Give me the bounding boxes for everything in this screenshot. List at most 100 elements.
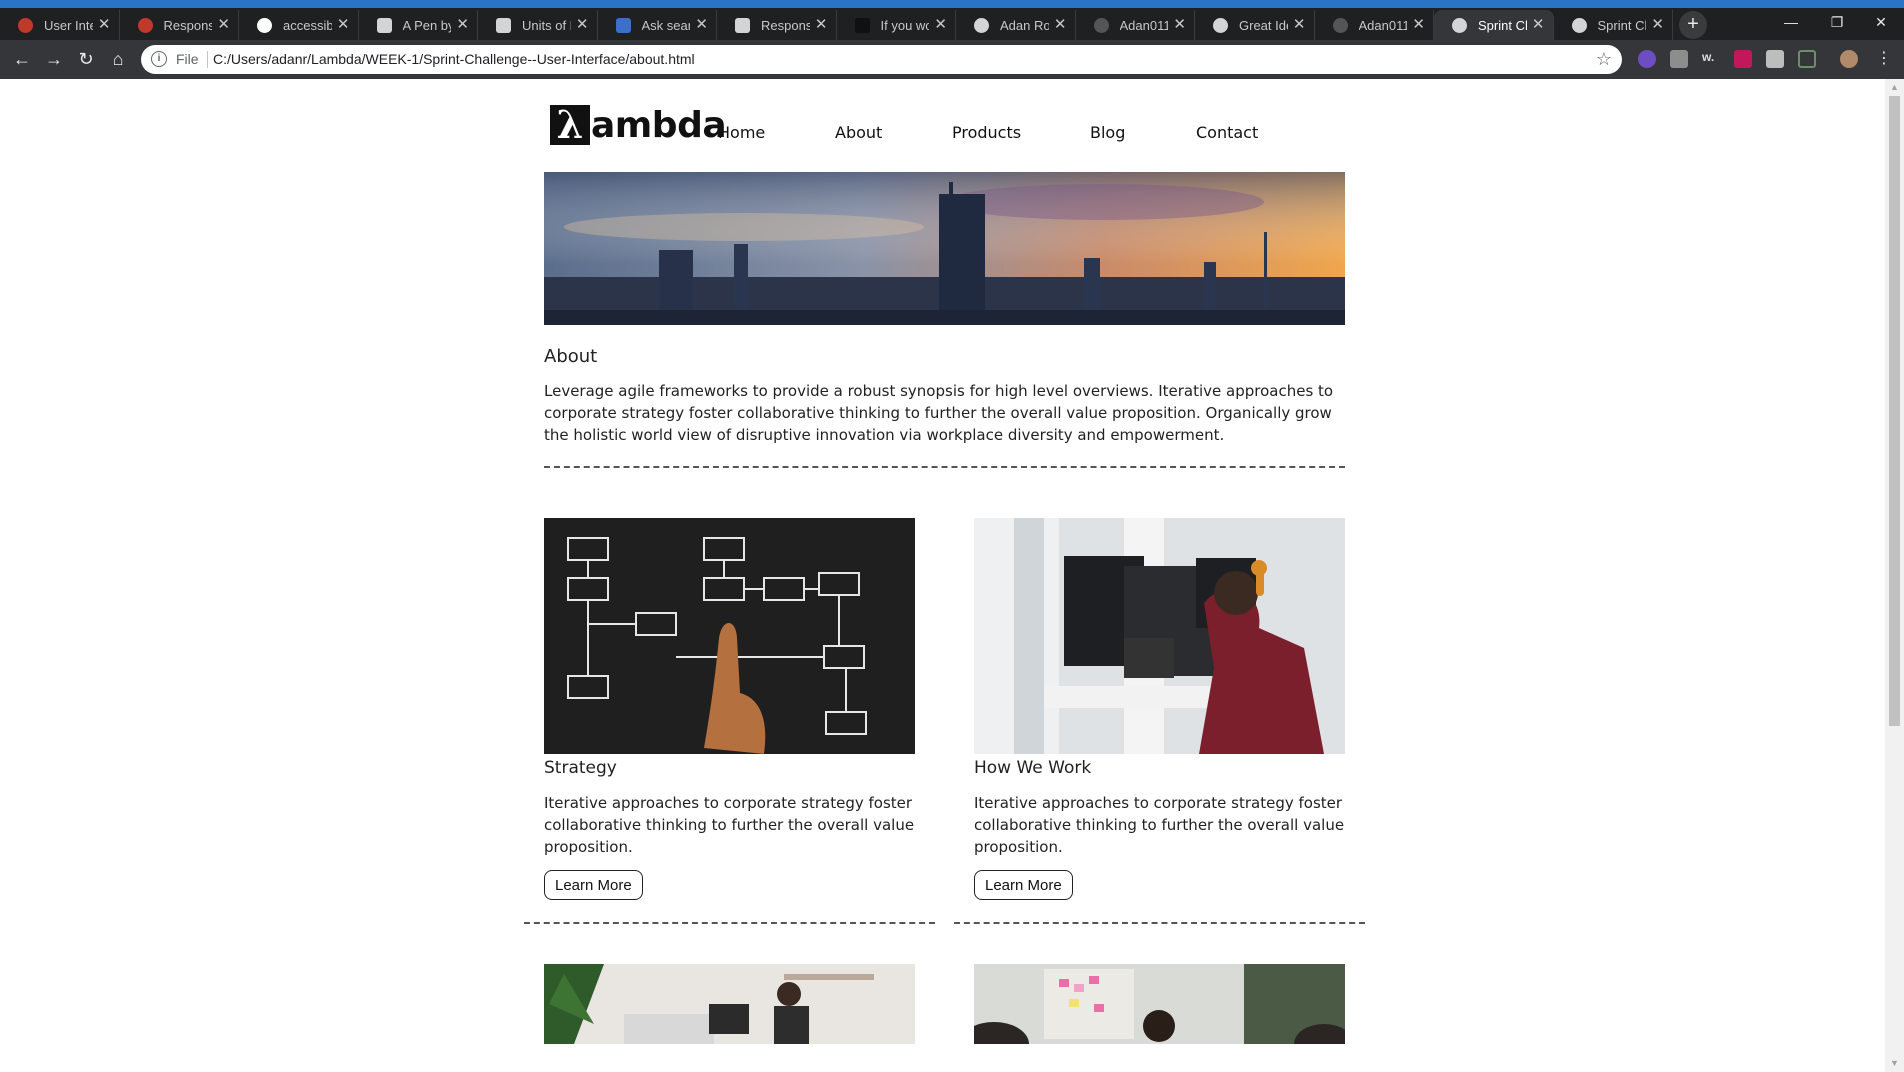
tab-close-icon[interactable]: ✕ — [456, 16, 469, 33]
tab[interactable]: Adan011/✕ — [1076, 10, 1195, 40]
card-how-we-work: How We Work Iterative approaches to corp… — [974, 518, 1345, 900]
tab-label: Sprint Cha — [1597, 17, 1647, 33]
nav-about[interactable]: About — [835, 123, 952, 142]
extension-icon[interactable] — [1638, 50, 1656, 68]
tab[interactable]: Responsive✕ — [120, 10, 239, 40]
tab-label: User Interf — [44, 17, 93, 33]
tab[interactable]: Great Idea ✕ — [1195, 10, 1315, 40]
page-scrollbar[interactable]: ▲ ▼ — [1885, 79, 1904, 1072]
site-container: λ ambda Home About Products Blog Contact — [524, 79, 1365, 1044]
tab-label: A Pen by — [402, 17, 452, 33]
back-icon[interactable]: ← — [10, 48, 34, 72]
tab-label: Units of M — [522, 17, 571, 33]
globe-icon — [1452, 18, 1467, 33]
tab[interactable]: User Interf ✕ — [0, 10, 120, 40]
strategy-flowchart-image — [544, 518, 915, 754]
extension-icon[interactable] — [1670, 50, 1688, 68]
divider — [207, 51, 208, 68]
card-strategy: Strategy Iterative approaches to corpora… — [544, 518, 915, 900]
reload-icon[interactable]: ↻ — [74, 48, 98, 72]
bookmark-star-icon[interactable]: ☆ — [1596, 49, 1612, 70]
section-divider — [954, 922, 1365, 924]
menu-icon[interactable]: ⋮ — [1872, 48, 1896, 72]
github-icon — [1332, 18, 1348, 33]
section-divider — [524, 922, 935, 924]
tab-strip: User Interf✕ Responsive✕ accessibility✕ … — [0, 8, 1904, 40]
forward-icon[interactable]: → — [42, 48, 66, 72]
tab-close-icon[interactable]: ✕ — [934, 16, 947, 33]
scheme-label: File — [176, 51, 199, 67]
main-nav: Home About Products Blog Contact — [718, 123, 1258, 142]
tab-close-icon[interactable]: ✕ — [98, 16, 111, 33]
tab-label: Ask sears — [641, 17, 691, 33]
lambda-logo[interactable]: λ ambda — [550, 105, 727, 145]
minimize-icon[interactable]: — — [1768, 8, 1814, 40]
tab-label: accessibility — [283, 17, 332, 33]
tab-close-icon[interactable]: ✕ — [1293, 16, 1306, 33]
globe-icon — [1213, 18, 1228, 33]
tab-label: Great Idea — [1239, 17, 1288, 33]
avatar[interactable] — [1840, 50, 1858, 68]
extension-icon[interactable] — [1766, 50, 1784, 68]
scroll-up-arrow-icon[interactable]: ▲ — [1885, 79, 1904, 96]
nav-home[interactable]: Home — [718, 123, 835, 142]
address-bar[interactable]: i File C:/Users/adanr/Lambda/WEEK-1/Spri… — [141, 45, 1622, 74]
tab-label: Adan011/ — [1358, 17, 1408, 33]
tab-close-icon[interactable]: ✕ — [337, 16, 350, 33]
card-text: Iterative approaches to corporate strate… — [974, 794, 1345, 856]
tab-close-icon[interactable]: ✕ — [1651, 16, 1664, 33]
tab[interactable]: accessibility ✕ — [239, 10, 359, 40]
nav-blog[interactable]: Blog — [1090, 123, 1196, 142]
tab-active[interactable]: Sprint Cha ✕ — [1434, 10, 1554, 40]
learn-more-button[interactable]: Learn More — [974, 870, 1073, 900]
tab-close-icon[interactable]: ✕ — [1173, 16, 1186, 33]
site-header: λ ambda Home About Products Blog Contact — [544, 79, 1345, 172]
tab[interactable]: If you wo ✕ — [837, 10, 956, 40]
tab[interactable]: Adan Rod ✕ — [956, 10, 1076, 40]
favicon-icon — [18, 18, 33, 33]
home-icon[interactable]: ⌂ — [106, 48, 130, 72]
tab-close-icon[interactable]: ✕ — [576, 16, 589, 33]
url-text[interactable]: C:/Users/adanr/Lambda/WEEK-1/Sprint-Chal… — [213, 51, 695, 67]
tab-close-icon[interactable]: ✕ — [1532, 16, 1545, 33]
office-workspace-image — [544, 964, 915, 1044]
tab[interactable]: A Pen by ✕ — [359, 10, 478, 40]
google-icon — [257, 18, 272, 33]
nav-contact[interactable]: Contact — [1196, 123, 1258, 142]
scroll-down-arrow-icon[interactable]: ▼ — [1885, 1055, 1904, 1072]
browser-toolbar: ← → ↻ ⌂ i File C:/Users/adanr/Lambda/WEE… — [0, 40, 1904, 79]
extension-icon[interactable]: w. — [1702, 50, 1720, 68]
stack-icon — [615, 18, 631, 33]
tab-label: Responsive — [163, 17, 213, 33]
tab-label: Sprint Cha — [1478, 17, 1527, 33]
learn-more-button[interactable]: Learn More — [544, 870, 643, 900]
tab[interactable]: Ask sears✕ — [598, 10, 717, 40]
page-viewport: λ ambda Home About Products Blog Contact — [0, 79, 1885, 1072]
github-icon — [1093, 18, 1109, 33]
tab[interactable]: Units of M ✕ — [478, 10, 598, 40]
extension-icon[interactable] — [1734, 50, 1752, 68]
tab-label: Adan Rod — [1000, 17, 1049, 33]
hero-city-skyline-image — [544, 172, 1345, 325]
about-text: Leverage agile frameworks to provide a r… — [544, 382, 1334, 444]
new-tab-button[interactable]: + — [1679, 11, 1707, 39]
site-info-icon[interactable]: i — [151, 51, 167, 67]
tab[interactable]: Adan011/✕ — [1315, 10, 1434, 40]
tab-close-icon[interactable]: ✕ — [1412, 16, 1425, 33]
about-heading: About — [544, 346, 598, 367]
favicon-icon — [137, 18, 153, 33]
tab-close-icon[interactable]: ✕ — [815, 16, 828, 33]
scroll-thumb[interactable] — [1889, 96, 1900, 726]
globe-icon — [1571, 18, 1587, 33]
tab[interactable]: Responsive✕ — [717, 10, 837, 40]
nav-products[interactable]: Products — [952, 123, 1090, 142]
tab-close-icon[interactable]: ✕ — [217, 16, 230, 33]
tab-close-icon[interactable]: ✕ — [1054, 16, 1067, 33]
tab-close-icon[interactable]: ✕ — [695, 16, 708, 33]
lambda-logo-mark: λ — [550, 105, 590, 145]
extension-icon[interactable] — [1798, 50, 1816, 68]
codepen-icon — [735, 18, 750, 33]
tab[interactable]: Sprint Cha✕ — [1554, 10, 1673, 40]
close-window-icon[interactable]: ✕ — [1858, 8, 1904, 40]
restore-icon[interactable]: ❐ — [1814, 8, 1860, 40]
